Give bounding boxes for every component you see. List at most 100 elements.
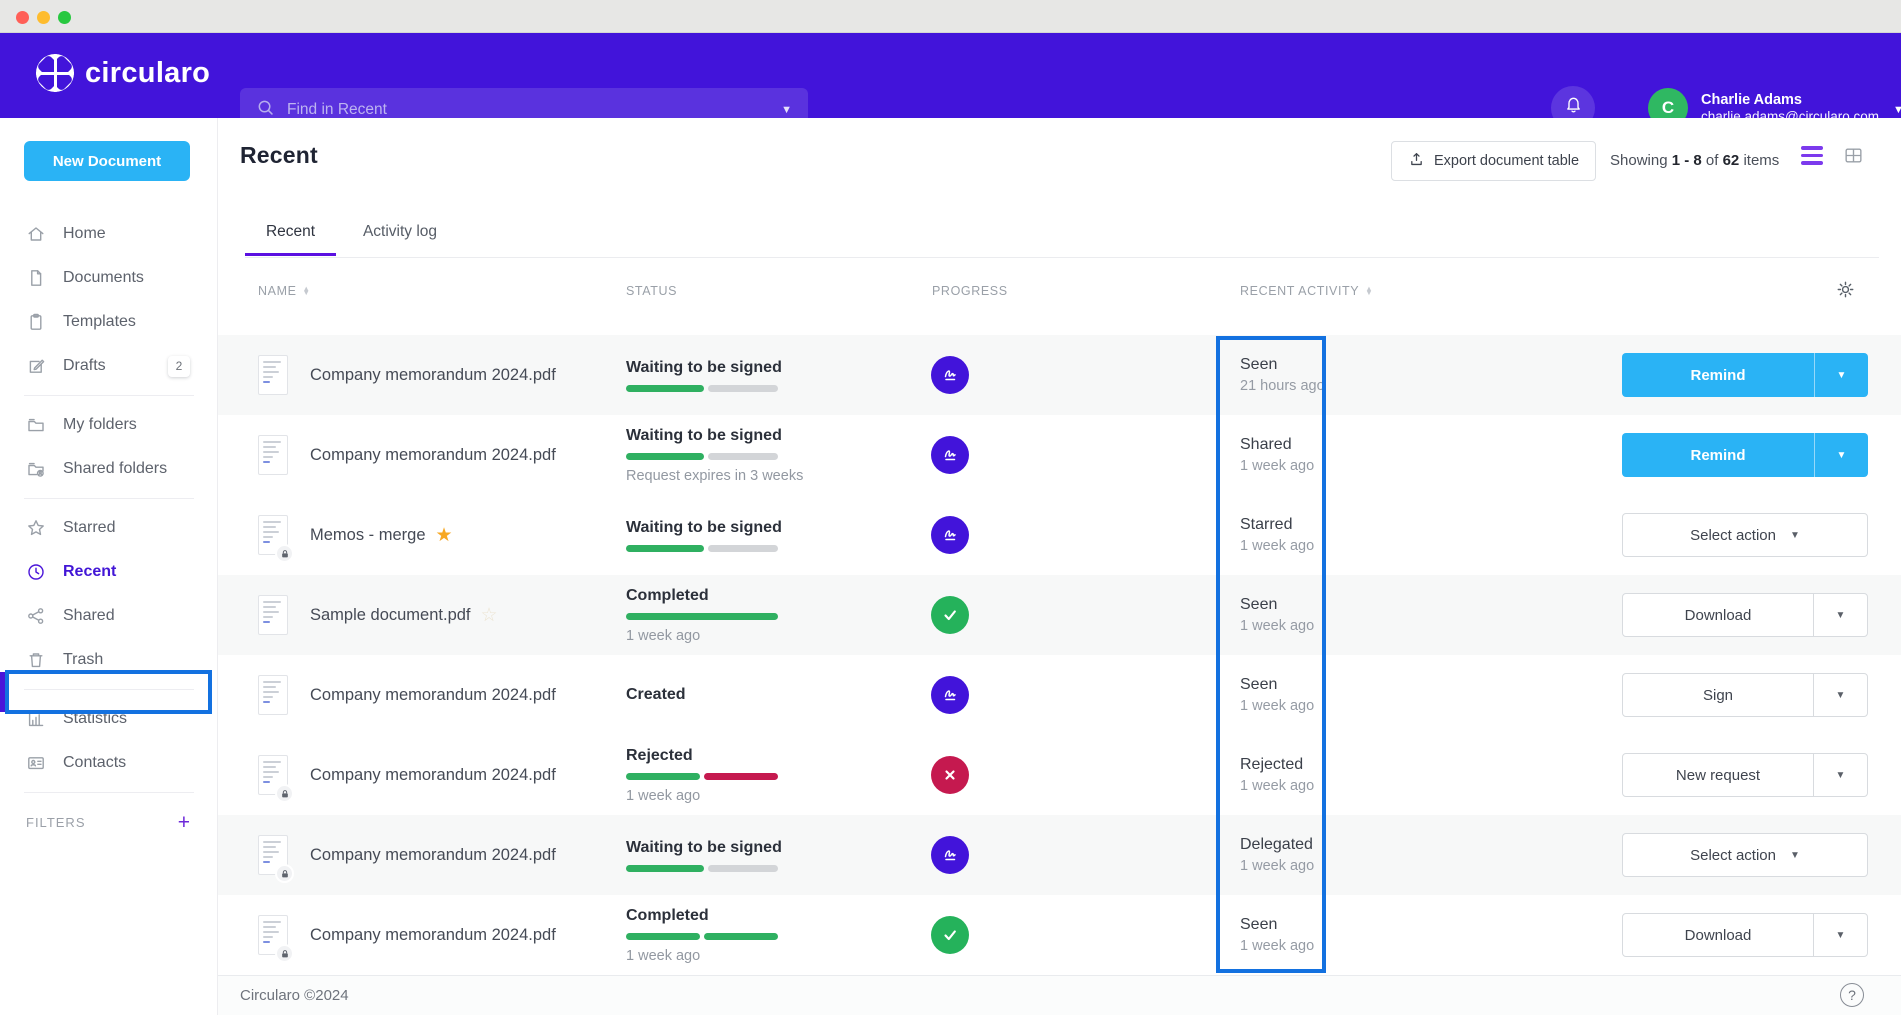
row-action-button[interactable]: Download▼ [1622, 913, 1868, 957]
table-row[interactable]: Memos - merge★Waiting to be signedStarre… [218, 495, 1901, 575]
sidebar-item-drafts[interactable]: Drafts2 [0, 344, 218, 388]
grid-view-icon[interactable] [1843, 145, 1864, 166]
status-cell: Waiting to be signed [626, 335, 782, 415]
sidebar-item-label: Trash [63, 651, 103, 669]
row-action-button[interactable]: Download▼ [1622, 593, 1868, 637]
check-icon [931, 916, 969, 954]
sidebar-item-recent[interactable]: Recent [0, 550, 218, 594]
zoom-window-button[interactable] [58, 11, 71, 24]
table-row[interactable]: Company memorandum 2024.pdfWaiting to be… [218, 815, 1901, 895]
plus-icon[interactable]: + [178, 812, 190, 833]
sidebar-item-statistics[interactable]: Statistics [0, 697, 218, 741]
copyright-text: Circularo ©2024 [240, 987, 349, 1004]
sidebar-item-shared[interactable]: Shared [0, 594, 218, 638]
sidebar-divider [24, 792, 194, 793]
activity-action: Shared [1240, 436, 1314, 454]
activity-cell: Rejected1 week ago [1240, 735, 1314, 815]
row-action-button[interactable]: Select action▼ [1622, 833, 1868, 877]
chevron-down-icon[interactable]: ▼ [1893, 104, 1901, 116]
signature-icon [931, 516, 969, 554]
lock-icon [275, 784, 294, 803]
sidebar-item-label: Starred [63, 519, 115, 537]
star-icon[interactable]: ☆ [481, 606, 498, 625]
lock-icon [275, 864, 294, 883]
sidebar-item-my-folders[interactable]: My folders [0, 403, 218, 447]
status-cell: Rejected1 week ago [626, 735, 778, 815]
sidebar-item-label: Statistics [63, 710, 127, 728]
action-button-label: New request [1623, 754, 1813, 796]
filters-label: FILTERS [26, 815, 86, 830]
table-row[interactable]: Company memorandum 2024.pdf Waiting to be… [218, 335, 1901, 415]
chevron-down-icon[interactable]: ▼ [1790, 530, 1800, 541]
document-name[interactable]: Company memorandum 2024.pdf [310, 366, 556, 385]
name-cell: Memos - merge ★ [310, 495, 453, 575]
close-window-button[interactable] [16, 11, 29, 24]
status-cell: Created [626, 655, 686, 735]
sidebar-item-home[interactable]: Home [0, 212, 218, 256]
column-header-status[interactable]: STATUS [626, 284, 677, 298]
new-document-button[interactable]: New Document [24, 141, 190, 181]
tab-activity-log[interactable]: Activity log [352, 210, 448, 256]
progress-segment [708, 385, 778, 392]
column-header-recent-activity[interactable]: RECENT ACTIVITY▲▼ [1240, 284, 1373, 298]
sidebar-item-label: Templates [63, 313, 136, 331]
brand-name: circularo [85, 57, 210, 90]
row-action-button[interactable]: New request▼ [1622, 753, 1868, 797]
star-icon[interactable]: ★ [436, 526, 453, 545]
document-name[interactable]: Company memorandum 2024.pdf [310, 846, 556, 865]
search-input[interactable] [287, 101, 773, 119]
sidebar-item-templates[interactable]: Templates [0, 300, 218, 344]
document-name[interactable]: Company memorandum 2024.pdf [310, 686, 556, 705]
sidebar-item-shared-folders[interactable]: Shared folders [0, 447, 218, 491]
sidebar-item-trash[interactable]: Trash [0, 638, 218, 682]
sort-icon: ▲▼ [303, 287, 311, 296]
minimize-window-button[interactable] [37, 11, 50, 24]
chevron-down-icon[interactable]: ▼ [1790, 850, 1800, 861]
table-row[interactable]: Company memorandum 2024.pdf Rejected1 wee… [218, 735, 1901, 815]
table-row[interactable]: Sample document.pdf☆Completed1 week agoS… [218, 575, 1901, 655]
help-icon[interactable]: ? [1840, 983, 1864, 1007]
progress-bar [626, 613, 778, 620]
filters-section: FILTERS + [0, 800, 218, 844]
chevron-down-icon[interactable]: ▼ [1815, 433, 1868, 477]
table-row[interactable]: Company memorandum 2024.pdfCreatedSeen1 … [218, 655, 1901, 735]
chevron-down-icon[interactable]: ▼ [781, 104, 792, 116]
document-name[interactable]: Sample document.pdf [310, 606, 471, 625]
export-document-table-button[interactable]: Export document table [1391, 141, 1596, 181]
row-action-button[interactable]: Remind▼ [1622, 353, 1868, 397]
chevron-down-icon[interactable]: ▼ [1814, 674, 1867, 716]
progress-bar [626, 933, 778, 940]
document-thumbnail [258, 355, 288, 395]
chevron-down-icon[interactable]: ▼ [1814, 754, 1867, 796]
sidebar-item-starred[interactable]: Starred [0, 506, 218, 550]
document-name[interactable]: Company memorandum 2024.pdf [310, 766, 556, 785]
tab-recent[interactable]: Recent [245, 210, 336, 256]
chevron-down-icon[interactable]: ▼ [1815, 353, 1868, 397]
list-view-icon[interactable] [1801, 146, 1823, 165]
activity-cell: Shared1 week ago [1240, 415, 1314, 495]
table-row[interactable]: Company memorandum 2024.pdfCompleted1 we… [218, 895, 1901, 975]
column-header-name[interactable]: NAME▲▼ [258, 284, 311, 298]
name-cell: Company memorandum 2024.pdf [310, 335, 556, 415]
document-name[interactable]: Company memorandum 2024.pdf [310, 446, 556, 465]
sidebar-item-documents[interactable]: Documents [0, 256, 218, 300]
table-row[interactable]: Company memorandum 2024.pdfWaiting to be… [218, 415, 1901, 495]
chevron-down-icon[interactable]: ▼ [1814, 914, 1867, 956]
app-logo[interactable]: circularo [36, 54, 210, 92]
row-action-button[interactable]: Select action▼ [1622, 513, 1868, 557]
activity-action: Seen [1240, 916, 1314, 934]
document-name[interactable]: Memos - merge [310, 526, 426, 545]
status-text: Waiting to be signed [626, 519, 782, 537]
progress-segment [626, 773, 700, 780]
sidebar-item-label: Documents [63, 269, 144, 287]
document-name[interactable]: Company memorandum 2024.pdf [310, 926, 556, 945]
document-thumbnail [258, 675, 288, 715]
gear-icon[interactable] [1836, 280, 1855, 304]
row-action-button[interactable]: Remind▼ [1622, 433, 1868, 477]
sidebar-item-contacts[interactable]: Contacts [0, 741, 218, 785]
chevron-down-icon[interactable]: ▼ [1814, 594, 1867, 636]
row-action-button[interactable]: Sign▼ [1622, 673, 1868, 717]
progress-segment [626, 933, 700, 940]
sidebar-divider [24, 498, 194, 499]
column-header-progress[interactable]: PROGRESS [932, 284, 1008, 298]
